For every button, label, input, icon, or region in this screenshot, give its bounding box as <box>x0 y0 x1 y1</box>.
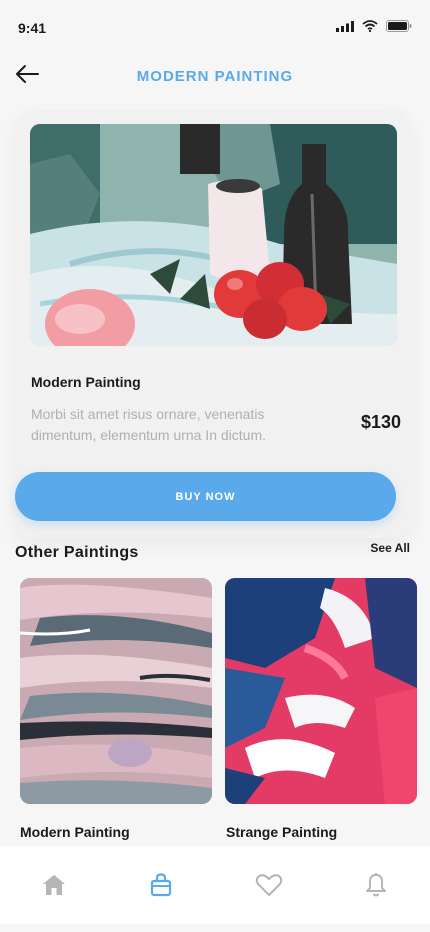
app-header: MODERN PAINTING <box>0 56 430 96</box>
screen: 9:41 MODERN PAINTING Modern Painting Mor… <box>0 0 430 932</box>
status-bar: 9:41 <box>0 0 430 50</box>
still-life-painting <box>30 124 397 346</box>
abstract-painting-image <box>225 578 417 804</box>
product-card: Modern Painting Morbi sit amet risus orn… <box>15 110 411 538</box>
nav-shop[interactable] <box>131 855 191 915</box>
status-time: 9:41 <box>18 20 47 36</box>
product-image[interactable] <box>30 124 397 346</box>
buy-now-button[interactable]: BUY NOW <box>15 472 396 521</box>
bell-icon <box>366 873 387 897</box>
painting-card-modern[interactable] <box>20 578 212 804</box>
signal-icon <box>336 20 354 32</box>
product-description: Morbi sit amet risus ornare, venenatis d… <box>31 406 266 443</box>
shopping-bag-icon <box>151 873 172 897</box>
status-icons <box>336 20 412 32</box>
product-name: Modern Painting <box>31 374 141 390</box>
abstract-painting-image <box>20 578 212 804</box>
bottom-nav <box>0 846 430 924</box>
see-all-link[interactable]: See All <box>370 541 410 555</box>
section-title: Other Paintings <box>15 544 139 561</box>
home-icon <box>42 875 65 895</box>
nav-home[interactable] <box>24 855 84 915</box>
heart-icon <box>255 874 282 896</box>
painting-card-strange[interactable] <box>225 578 417 804</box>
nav-favorites[interactable] <box>239 855 299 915</box>
page-title: MODERN PAINTING <box>136 68 294 85</box>
battery-icon <box>386 20 412 32</box>
product-price: $130 <box>360 412 401 432</box>
nav-notifications[interactable] <box>346 855 406 915</box>
painting-title: Modern Painting <box>20 824 130 840</box>
painting-title: Strange Painting <box>226 824 338 840</box>
wifi-icon <box>362 20 378 32</box>
